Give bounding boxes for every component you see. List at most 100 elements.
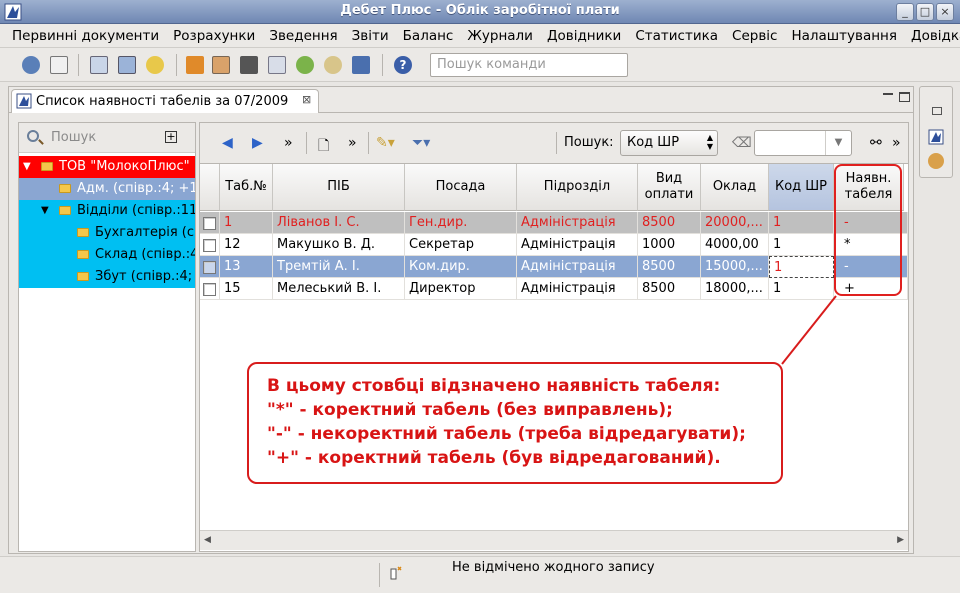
camera-icon[interactable] [240, 56, 258, 74]
tree-item-sales[interactable]: Збут (співр.:4; [19, 266, 195, 288]
column-header-name[interactable]: ПІБ [273, 164, 405, 211]
chevron-down-icon[interactable]: ▼ [825, 131, 851, 155]
new-document-icon[interactable]: 🗋 [318, 135, 329, 159]
minimize-button[interactable]: _ [896, 3, 914, 21]
more-button-3[interactable]: » [892, 135, 901, 151]
help-icon[interactable]: ? [394, 56, 412, 74]
tree-item-admin[interactable]: Адм. (співр.:4; +1 [19, 178, 195, 200]
journal-icon[interactable] [90, 56, 108, 74]
expanded-arrow-icon[interactable]: ▼ [41, 200, 49, 222]
tree-item-accounting[interactable]: Бухгалтерія (с [19, 222, 195, 244]
column-header-staff-code[interactable]: Код ШР [769, 164, 834, 211]
tab-timesheet-list[interactable]: Список наявності табелів за 07/2009 ⊠ [11, 89, 319, 113]
status-indicator-icon [390, 566, 402, 580]
column-header-salary[interactable]: Оклад [701, 164, 769, 211]
row-checkbox[interactable] [203, 261, 216, 274]
tab-close-icon[interactable]: ⊠ [302, 93, 311, 106]
more-button[interactable]: » [284, 135, 293, 151]
menu-calculations[interactable]: Розрахунки [159, 24, 255, 47]
command-search-input[interactable]: Пошук команди [430, 53, 628, 77]
filter-icon[interactable]: ⏷▾ [412, 135, 430, 151]
window-titlebar: Дебет Плюс - Облік заробітної плати _ □ … [0, 0, 960, 24]
menu-summary[interactable]: Зведення [255, 24, 337, 47]
forward-arrow-icon[interactable]: ▶ [252, 135, 263, 151]
users-icon[interactable] [928, 153, 944, 169]
status-message: Не відмічено жодного запису [452, 560, 655, 575]
box-icon[interactable] [186, 56, 204, 74]
table-row[interactable]: 1 Ліванов І. С. Ген.дир. Адміністрація 8… [200, 212, 908, 234]
menu-references[interactable]: Довідники [533, 24, 621, 47]
table-row[interactable]: 12 Макушко В. Д. Секретар Адміністрація … [200, 234, 908, 256]
eraser-icon[interactable]: ⌫ [732, 135, 752, 151]
menu-help[interactable]: Довідка [897, 24, 960, 47]
column-header-tab-number[interactable]: Таб.№ [220, 164, 273, 211]
menu-primary-docs[interactable]: Первинні документи [0, 24, 159, 47]
row-checkbox[interactable] [203, 283, 216, 296]
menu-service[interactable]: Сервіс [718, 24, 777, 47]
horizontal-scrollbar[interactable]: ◀ ▶ [200, 530, 908, 550]
minimize-view-icon[interactable] [883, 92, 893, 95]
folder-icon [59, 184, 71, 193]
binoculars-icon[interactable]: ⚯ [870, 135, 882, 151]
annotation-column-frame [834, 164, 902, 296]
row-checkbox[interactable] [203, 217, 216, 230]
tree-search-input[interactable]: Пошук [51, 130, 96, 145]
tree-item-company[interactable]: ▼ ТОВ "МолокоПлюс" [19, 156, 195, 178]
database-icon[interactable] [22, 56, 40, 74]
table-row[interactable]: 15 Мелеський В. І. Директор Адміністраці… [200, 278, 908, 300]
tab-label: Список наявності табелів за 07/2009 [36, 94, 289, 109]
column-header-department[interactable]: Підрозділ [517, 164, 638, 211]
menu-settings[interactable]: Налаштування [777, 24, 897, 47]
folder-icon [59, 206, 71, 215]
new-document-icon[interactable] [50, 56, 68, 74]
monitor-icon[interactable] [118, 56, 136, 74]
tools-icon[interactable]: ✎▾ [376, 135, 395, 151]
tree-item-departments[interactable]: ▼ Відділи (співр.:11 [19, 200, 195, 222]
timesheet-icon [16, 93, 32, 109]
menu-journals[interactable]: Журнали [453, 24, 533, 47]
close-button[interactable]: × [936, 3, 954, 21]
search-value-input[interactable]: ▼ [754, 130, 852, 156]
window-title: Дебет Плюс - Облік заробітної плати [340, 3, 620, 18]
maximize-button[interactable]: □ [916, 3, 934, 21]
side-view-strip [919, 86, 953, 178]
annotation-callout: В цьому стовбці відзначено наявність таб… [247, 362, 783, 484]
column-header-pay-type[interactable]: Вид оплати [638, 164, 701, 211]
menu-statistics[interactable]: Статистика [621, 24, 718, 47]
row-checkbox[interactable] [203, 239, 216, 252]
folder-icon [77, 272, 89, 281]
maximize-view-icon[interactable] [899, 92, 910, 102]
folder-icon [77, 228, 89, 237]
menu-balance[interactable]: Баланс [389, 24, 454, 47]
main-toolbar: ? Пошук команди [0, 48, 960, 82]
scroll-right-icon[interactable]: ▶ [897, 535, 904, 545]
folder-icon [41, 162, 53, 171]
calendar-icon[interactable] [268, 56, 286, 74]
checkbox-column-header[interactable] [200, 164, 220, 211]
search-field-select[interactable]: Код ШР ▲ ▼ [620, 130, 718, 156]
lightning-icon[interactable] [146, 56, 164, 74]
spinner-icon: ▲ ▼ [706, 133, 713, 151]
expanded-arrow-icon[interactable]: ▼ [23, 156, 31, 178]
portrait-icon[interactable] [212, 56, 230, 74]
table-row[interactable]: 13 Тремтій А. І. Ком.дир. Адміністрація … [200, 256, 908, 278]
timesheet-view-icon[interactable] [928, 129, 944, 145]
restore-icon[interactable] [932, 107, 942, 115]
tree-item-warehouse[interactable]: Склад (співр.:4 [19, 244, 195, 266]
tree-search-bar: Пошук + [19, 123, 195, 153]
focused-cell[interactable]: 1 [769, 256, 834, 278]
back-arrow-icon[interactable]: ◀ [222, 135, 233, 151]
status-bar: Не відмічено жодного запису [0, 556, 960, 593]
more-button-2[interactable]: » [348, 135, 357, 151]
content-toolbar: ◀ ▶ » 🗋 » ✎▾ ⏷▾ Пошук: Код ШР ▲ ▼ ⌫ ▼ ⚯ » [200, 123, 908, 163]
find-icon[interactable] [324, 56, 342, 74]
folder-icon [77, 250, 89, 259]
add-person-icon[interactable] [296, 56, 314, 74]
menu-reports[interactable]: Звіти [338, 24, 389, 47]
hierarchy-icon[interactable] [352, 56, 370, 74]
column-header-position[interactable]: Посада [405, 164, 517, 211]
tab-strip: Список наявності табелів за 07/2009 ⊠ [9, 87, 913, 113]
expand-all-button[interactable]: + [165, 131, 177, 143]
scroll-left-icon[interactable]: ◀ [204, 535, 211, 545]
timesheet-content: ◀ ▶ » 🗋 » ✎▾ ⏷▾ Пошук: Код ШР ▲ ▼ ⌫ ▼ ⚯ »… [199, 122, 909, 552]
